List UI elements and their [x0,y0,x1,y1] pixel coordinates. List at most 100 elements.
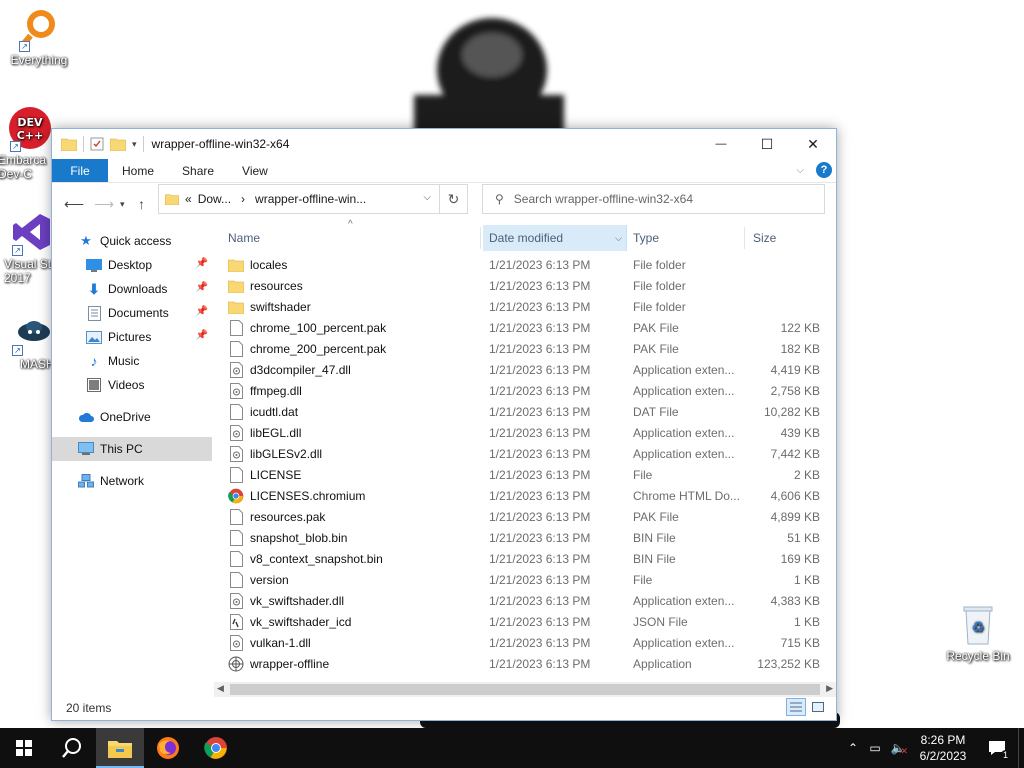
file-row[interactable]: v8_context_snapshot.bin 1/21/2023 6:13 PM… [222,548,828,569]
nav-music[interactable]: ♪ Music [52,349,212,373]
file-row[interactable]: locales 1/21/2023 6:13 PM File folder [222,254,828,275]
file-size [730,296,820,317]
file-row[interactable]: vulkan-1.dll 1/21/2023 6:13 PM Application… [222,632,828,653]
file-row[interactable]: snapshot_blob.bin 1/21/2023 6:13 PM BIN Fi… [222,527,828,548]
title-bar[interactable]: ▾ wrapper-offline-win32-x64 — ☐ ✕ [52,129,836,159]
address-overflow[interactable]: « [185,192,192,206]
nav-quick-access[interactable]: ★ Quick access [52,229,212,253]
nav-documents[interactable]: Documents 📌 [52,301,212,325]
nav-pictures[interactable]: Pictures 📌 [52,325,212,349]
recent-locations-chevron-icon[interactable]: ▾ [120,199,125,210]
horizontal-scrollbar[interactable]: ◀ ▶ [214,682,836,697]
nav-desktop[interactable]: Desktop 📌 [52,253,212,277]
help-icon[interactable]: ? [816,162,832,178]
file-row[interactable]: wrapper-offline 1/21/2023 6:13 PM Applicat… [222,653,828,674]
scrollbar-thumb[interactable] [230,684,820,695]
taskbar-file-explorer[interactable] [96,728,144,768]
search-box[interactable]: ⚲ Search wrapper-offline-win32-x64 [482,184,825,214]
column-filter-chevron-icon[interactable]: ⌵ [615,233,622,244]
file-row[interactable]: icudtl.dat 1/21/2023 6:13 PM DAT File 10,28… [222,401,828,422]
start-button[interactable] [0,728,48,768]
file-name-cell: locales [228,254,478,275]
nav-onedrive[interactable]: OneDrive [52,405,212,429]
nav-videos[interactable]: Videos [52,373,212,397]
file-row[interactable]: d3dcompiler_47.dll 1/21/2023 6:13 PM Appli… [222,359,828,380]
tab-view[interactable]: View [228,159,282,182]
nav-this-pc[interactable]: This PC [52,437,212,461]
file-icon [228,529,244,546]
show-desktop-button[interactable] [1018,728,1024,768]
file-date: 1/21/2023 6:13 PM [489,488,591,503]
notifications-button[interactable]: 1 [976,728,1018,768]
computer-icon [78,441,94,457]
file-row[interactable]: LICENSE 1/21/2023 6:13 PM File 2 KB [222,464,828,485]
clock[interactable]: 8:26 PM 6/2/2023 [910,732,976,764]
back-arrow-icon[interactable]: ⟵ [64,196,84,213]
file-row[interactable]: libGLESv2.dll 1/21/2023 6:13 PM Applicatio… [222,443,828,464]
pin-icon[interactable]: 📌 [196,258,208,269]
column-size[interactable]: Size [747,225,827,251]
nav-network[interactable]: Network [52,469,212,493]
pin-icon[interactable]: 📌 [196,330,208,341]
column-divider[interactable] [744,227,745,249]
new-folder-icon[interactable] [110,137,126,151]
tab-share[interactable]: Share [168,159,228,182]
file-row[interactable]: resources.pak 1/21/2023 6:13 PM PAK File 4,… [222,506,828,527]
minimize-button[interactable]: — [698,129,744,159]
up-arrow-icon[interactable]: ↑ [138,196,145,212]
file-name: wrapper-offline [250,656,330,671]
tab-home[interactable]: Home [108,159,168,182]
network-status-icon[interactable]: ▭ [864,741,886,755]
file-row[interactable]: LICENSES.chromium 1/21/2023 6:13 PM Chrome… [222,485,828,506]
forward-arrow-icon[interactable]: ⟶ [94,196,114,213]
close-button[interactable]: ✕ [790,129,836,159]
file-name: icudtl.dat [250,404,299,419]
volume-muted-icon[interactable]: 🔈 ✕ [886,741,910,756]
shortcut-arrow-icon: ↗ [19,41,30,52]
file-row[interactable]: chrome_200_percent.pak 1/21/2023 6:13 PM P… [222,338,828,359]
refresh-button[interactable]: ↻ [440,184,468,214]
taskbar-chrome[interactable] [192,728,240,768]
show-hidden-icons-icon[interactable]: ⌃ [842,741,864,755]
address-bar[interactable]: « Dow... › wrapper-offline-win... ⌵ [158,184,440,214]
file-row[interactable]: chrome_100_percent.pak 1/21/2023 6:13 PM P… [222,317,828,338]
breadcrumb-current-folder[interactable]: wrapper-offline-win... [255,192,366,206]
file-row[interactable]: libEGL.dll 1/21/2023 6:13 PM Application e… [222,422,828,443]
column-type[interactable]: Type [627,225,743,251]
column-name[interactable]: Name [222,225,478,251]
pin-icon[interactable]: 📌 [196,282,208,293]
maximize-button[interactable]: ☐ [744,129,790,159]
taskbar-firefox[interactable] [144,728,192,768]
pin-icon[interactable]: 📌 [196,306,208,317]
dll-icon-graphic [229,592,243,609]
column-date-label: Date modified [489,231,564,245]
desktop-icon-recycle-bin[interactable]: ♻ Recycle Bin [940,602,1016,663]
file-row[interactable]: vk_swiftshader.dll 1/21/2023 6:13 PM Appli… [222,590,828,611]
customize-toolbar-icon[interactable]: ▾ [132,139,137,150]
scroll-left-icon[interactable]: ◀ [217,683,224,694]
scroll-right-icon[interactable]: ▶ [826,683,833,694]
search-button[interactable] [48,728,96,768]
details-view-icon[interactable] [786,698,806,716]
file-row[interactable]: resources 1/21/2023 6:13 PM File folder [222,275,828,296]
properties-icon[interactable] [90,137,104,151]
large-icons-view-icon[interactable] [808,698,828,716]
file-icon-graphic [229,550,243,567]
tab-file[interactable]: File [52,159,108,182]
address-history-chevron-icon[interactable]: ⌵ [423,192,431,203]
file-row[interactable]: vk_swiftshader_icd 1/21/2023 6:13 PM JSON … [222,611,828,632]
file-row[interactable]: version 1/21/2023 6:13 PM File 1 KB [222,569,828,590]
expand-ribbon-icon[interactable]: ⌵ [796,165,804,176]
file-type: BIN File [633,551,676,566]
column-divider[interactable] [480,227,481,249]
file-row[interactable]: ffmpeg.dll 1/21/2023 6:13 PM Application e… [222,380,828,401]
column-date-modified[interactable]: Date modified ⌵ [483,225,627,251]
file-size: 182 KB [780,341,820,356]
desktop-icon-everything[interactable]: ↗ Everything [3,6,75,67]
file-name: v8_context_snapshot.bin [250,551,383,566]
breadcrumb-separator-icon[interactable]: › [241,192,245,206]
file-row[interactable]: swiftshader 1/21/2023 6:13 PM File folder [222,296,828,317]
breadcrumb-downloads[interactable]: Dow... [198,192,231,206]
refresh-icon: ↻ [447,190,460,207]
nav-downloads[interactable]: ⬇ Downloads 📌 [52,277,212,301]
